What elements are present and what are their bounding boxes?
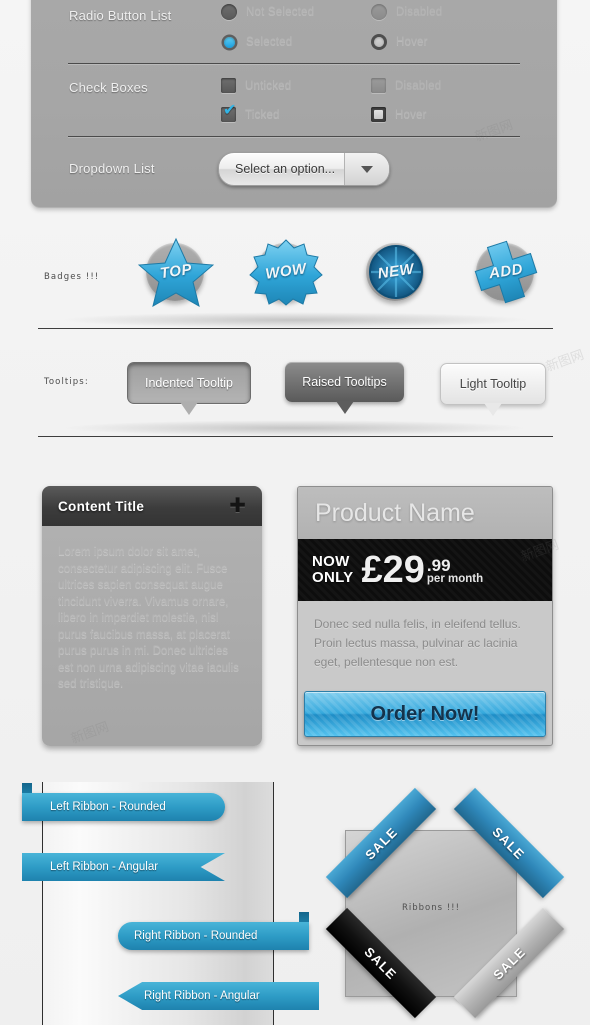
radio-not-selected-label: Not Selected [246, 6, 315, 18]
pricing-now-line2: ONLY [312, 569, 354, 586]
checkbox-ticked-label: Ticked [245, 108, 280, 121]
tooltip-indented-label: Indented Tooltip [144, 376, 234, 390]
content-box-title: Content Title [58, 498, 145, 514]
form-controls-panel: Radio Button List Not Selected Disabled … [31, 0, 557, 208]
ribbon-right-rounded-label: Right Ribbon - Rounded [134, 930, 258, 942]
radio-hover-label: Hover [396, 36, 428, 48]
checkbox-ticked[interactable]: ✔ Ticked [221, 103, 280, 122]
badge-top[interactable]: TOP [138, 237, 214, 307]
ribbon-left-rounded[interactable]: Left Ribbon - Rounded [22, 783, 225, 821]
content-box-body: Lorem ipsum dolor sit amet, consectetur … [42, 526, 262, 746]
badges-shadow [60, 312, 530, 328]
ribbon-left-rounded-label: Left Ribbon - Rounded [50, 801, 166, 813]
corner-box-label: Ribbons !!! [402, 903, 460, 913]
checkbox-disabled-icon [371, 78, 386, 93]
ribbon-fold-icon [22, 783, 32, 793]
pricing-now-only: NOW ONLY [312, 554, 354, 586]
tooltip-light-label: Light Tooltip [459, 377, 527, 391]
order-now-label: Order Now! [370, 702, 480, 725]
radio-not-selected[interactable]: Not Selected [221, 4, 314, 20]
radio-selected-label: Selected [246, 36, 293, 48]
dropdown-toggle[interactable] [344, 153, 389, 185]
ribbon-fold-icon [299, 912, 309, 922]
check-mark-icon: ✔ [223, 102, 237, 119]
radio-disabled-icon [371, 4, 387, 20]
radio-selected-icon[interactable] [221, 34, 237, 50]
checkbox-unticked[interactable]: Unticked [221, 78, 291, 93]
pricing-cents: .99 [426, 556, 451, 575]
radio-disabled-label: Disabled [396, 6, 443, 18]
tooltips-shadow [60, 420, 530, 436]
radio-hover[interactable]: Hover [371, 34, 428, 50]
checkbox-ticked-icon[interactable]: ✔ [221, 103, 236, 122]
checkbox-unticked-icon[interactable] [221, 78, 236, 93]
tooltip-indented[interactable]: Indented Tooltip [127, 362, 251, 415]
pricing-amount: £29 [361, 549, 425, 591]
ribbon-right-rounded[interactable]: Right Ribbon - Rounded [118, 912, 309, 950]
content-box: Content Title ✚ Lorem ipsum dolor sit am… [42, 486, 262, 746]
divider-badges [38, 328, 553, 329]
tooltip-raised-label: Raised Tooltips [302, 375, 387, 389]
watermark: 新图网 [543, 346, 586, 375]
checkbox-hover-icon[interactable] [371, 107, 386, 122]
divider-tooltips [38, 436, 553, 437]
checkbox-list-label: Check Boxes [69, 80, 148, 95]
radio-disabled: Disabled [371, 4, 442, 20]
ribbon-fold-icon [22, 843, 32, 853]
ribbon-fold-icon [309, 972, 319, 982]
tooltips-section-label: Tooltips: [44, 377, 89, 387]
divider-checkbox-dropdown [68, 136, 520, 137]
product-name: Product Name [315, 498, 475, 527]
checkbox-disabled: Disabled [371, 78, 441, 93]
checkbox-hover-label: Hover [395, 108, 427, 121]
tooltip-tail-icon [484, 403, 502, 416]
badge-add[interactable]: ADD [468, 237, 544, 307]
pricing-table: Product Name NOW ONLY £29 .99 per month … [297, 486, 553, 746]
radio-selected[interactable]: Selected [221, 34, 292, 50]
dropdown-list-label: Dropdown List [69, 161, 155, 176]
pricing-now-line1: NOW [312, 553, 350, 570]
radio-list-label: Radio Button List [69, 8, 172, 23]
radio-hover-icon[interactable] [371, 34, 387, 50]
pricing-suffix: .99 per month [427, 554, 483, 586]
ribbon-left-angular[interactable]: Left Ribbon - Angular [22, 853, 225, 881]
plus-icon[interactable]: ✚ [229, 496, 246, 516]
ui-kit-page: Radio Button List Not Selected Disabled … [0, 0, 590, 1025]
order-now-button[interactable]: Order Now! [304, 691, 546, 737]
dropdown-select[interactable]: Select an option... [218, 152, 390, 186]
tooltip-light[interactable]: Light Tooltip [440, 363, 546, 416]
dropdown-value: Select an option... [235, 162, 336, 176]
chevron-down-icon [361, 165, 373, 173]
badges-section-label: Badges !!! [44, 272, 100, 282]
pricing-header: Product Name [298, 487, 552, 539]
checkbox-disabled-label: Disabled [395, 79, 442, 92]
tooltip-tail-icon [180, 402, 198, 415]
divider-radio-checkbox [68, 63, 520, 64]
content-box-header[interactable]: Content Title ✚ [42, 486, 262, 526]
checkbox-unticked-label: Unticked [245, 79, 292, 92]
checkbox-hover[interactable]: Hover [371, 107, 427, 122]
tooltip-raised[interactable]: Raised Tooltips [285, 362, 404, 414]
pricing-period: per month [426, 573, 484, 585]
radio-not-selected-icon[interactable] [221, 4, 237, 20]
tooltip-tail-icon [335, 401, 354, 414]
ribbon-right-angular-label: Right Ribbon - Angular [144, 990, 260, 1002]
ribbon-left-angular-label: Left Ribbon - Angular [50, 861, 159, 873]
badge-new[interactable]: NEW [358, 237, 434, 307]
pricing-amount-bar: NOW ONLY £29 .99 per month [298, 539, 552, 601]
pricing-description: Donec sed nulla felis, in eleifend tellu… [314, 617, 521, 669]
badge-wow[interactable]: WOW [248, 237, 324, 307]
ribbon-right-angular[interactable]: Right Ribbon - Angular [118, 982, 319, 1010]
